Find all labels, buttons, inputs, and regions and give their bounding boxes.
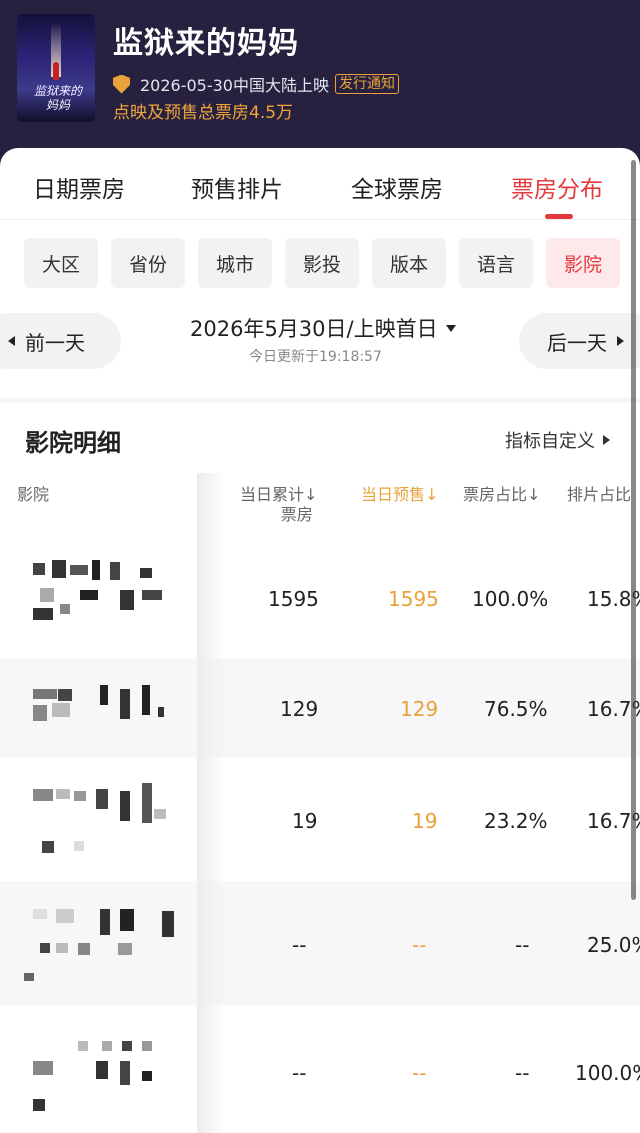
table-header: 影院 当日累计↓ 票房 当日预售↓ 票房占比↓ 排片占比: [0, 473, 640, 533]
release-notice-badge[interactable]: 发行通知: [335, 74, 399, 94]
frozen-column-shadow: [197, 473, 225, 1133]
box-office-share: --: [515, 1061, 530, 1085]
box-office-share: 76.5%: [484, 697, 548, 721]
tab-daily-box-office[interactable]: 日期票房: [33, 170, 125, 204]
active-tab-indicator: [545, 214, 573, 219]
movie-poster[interactable]: 监狱来的妈妈: [17, 14, 95, 122]
table-row[interactable]: -- -- -- 25.0%: [0, 881, 640, 1005]
movie-title: 监狱来的妈妈: [113, 26, 299, 61]
movie-header: 监狱来的妈妈 监狱来的妈妈 2026-05-30中国大陆上映 发行通知 点映及预…: [0, 0, 640, 170]
cumulative-box-office: 129: [280, 697, 319, 721]
prev-day-button[interactable]: 前一天: [0, 313, 121, 369]
date-selector[interactable]: 2026年5月30日/上映首日: [190, 313, 456, 343]
customize-metrics-label: 指标自定义: [505, 431, 595, 452]
customize-metrics-button[interactable]: 指标自定义: [505, 427, 610, 453]
date-navigator: 前一天 2026年5月30日/上映首日 今日更新于19:18:57 后一天: [0, 311, 640, 371]
release-row: 2026-05-30中国大陆上映 发行通知: [113, 72, 399, 96]
filter-card: 日期票房 预售排片 全球票房 票房分布 大区 省份 城市 影投 版本 语言 影院…: [0, 148, 640, 398]
chip-city[interactable]: 城市: [198, 238, 272, 288]
column-header-presale[interactable]: 当日预售↓: [361, 485, 438, 505]
chip-region[interactable]: 大区: [24, 238, 98, 288]
tab-presale-schedule[interactable]: 预售排片: [191, 170, 283, 204]
chip-cinema[interactable]: 影院: [546, 238, 620, 288]
prev-day-label: 前一天: [25, 330, 85, 355]
schedule-share: 25.0%: [587, 933, 640, 957]
chip-province[interactable]: 省份: [111, 238, 185, 288]
next-day-button[interactable]: 后一天: [519, 313, 640, 369]
tab-global-box-office[interactable]: 全球票房: [351, 170, 443, 204]
column-header-cinema: 影院: [17, 485, 50, 504]
dimension-chips: 大区 省份 城市 影投 版本 语言 影院: [0, 238, 640, 288]
cumulative-box-office: 1595: [268, 587, 319, 611]
presale-value: 1595: [388, 587, 439, 611]
presale-box-office: 点映及预售总票房4.5万: [113, 103, 294, 123]
pixelated-cinema-name: [30, 783, 180, 853]
chevron-left-icon: [8, 336, 15, 346]
chevron-right-icon: [617, 336, 624, 346]
column-header-cumulative-box-office[interactable]: 当日累计↓ 票房: [240, 485, 317, 525]
table-row[interactable]: 129 129 76.5% 16.7%: [0, 659, 640, 757]
chip-language[interactable]: 语言: [459, 238, 533, 288]
cumulative-box-office: --: [292, 1061, 307, 1085]
poster-title-art: 监狱来的妈妈: [33, 84, 82, 112]
presale-value: --: [412, 1061, 427, 1085]
cumulative-box-office: --: [292, 933, 307, 957]
release-date: 2026-05-30中国大陆上映: [140, 76, 329, 95]
update-time: 今日更新于19:18:57: [249, 349, 382, 365]
shield-icon: [113, 74, 130, 94]
table-row[interactable]: 1595 1595 100.0% 15.8%: [0, 535, 640, 659]
tab-bar: 日期票房 预售排片 全球票房 票房分布: [0, 148, 640, 220]
box-office-share: 100.0%: [472, 587, 549, 611]
page-scrollbar[interactable]: [631, 160, 636, 900]
pixelated-cinema-name: [30, 1041, 180, 1111]
pixelated-cinema-name: [30, 685, 180, 755]
table-row[interactable]: 19 19 23.2% 16.7%: [0, 757, 640, 881]
pixelated-cinema-name: [24, 909, 180, 981]
pixelated-cinema-name: [30, 560, 180, 630]
presale-value: 129: [400, 697, 439, 721]
presale-value: 19: [412, 809, 438, 833]
column-header-box-office-share[interactable]: 票房占比↓: [463, 485, 540, 505]
column-header-text: 票房: [280, 505, 313, 524]
poster-figure: [53, 62, 59, 80]
presale-value: --: [412, 933, 427, 957]
cinema-detail-section: 影院明细 指标自定义 影院 当日累计↓ 票房 当日预售↓ 票房占比↓ 排片占比: [0, 403, 640, 1133]
column-header-text: 当日累计↓: [240, 485, 318, 504]
next-day-label: 后一天: [547, 330, 607, 355]
schedule-share: 100.0%: [575, 1061, 640, 1085]
section-title: 影院明细: [25, 429, 121, 457]
table-row[interactable]: -- -- -- 100.0%: [0, 1005, 640, 1133]
chevron-right-icon: [603, 435, 610, 445]
tab-box-office-distribution[interactable]: 票房分布: [511, 170, 603, 204]
box-office-share: 23.2%: [484, 809, 548, 833]
chip-version[interactable]: 版本: [372, 238, 446, 288]
caret-down-icon: [445, 324, 456, 332]
cumulative-box-office: 19: [292, 809, 318, 833]
chip-investor[interactable]: 影投: [285, 238, 359, 288]
column-header-schedule-share[interactable]: 排片占比: [567, 485, 631, 505]
box-office-share: --: [515, 933, 530, 957]
current-date: 2026年5月30日/上映首日: [190, 317, 438, 341]
